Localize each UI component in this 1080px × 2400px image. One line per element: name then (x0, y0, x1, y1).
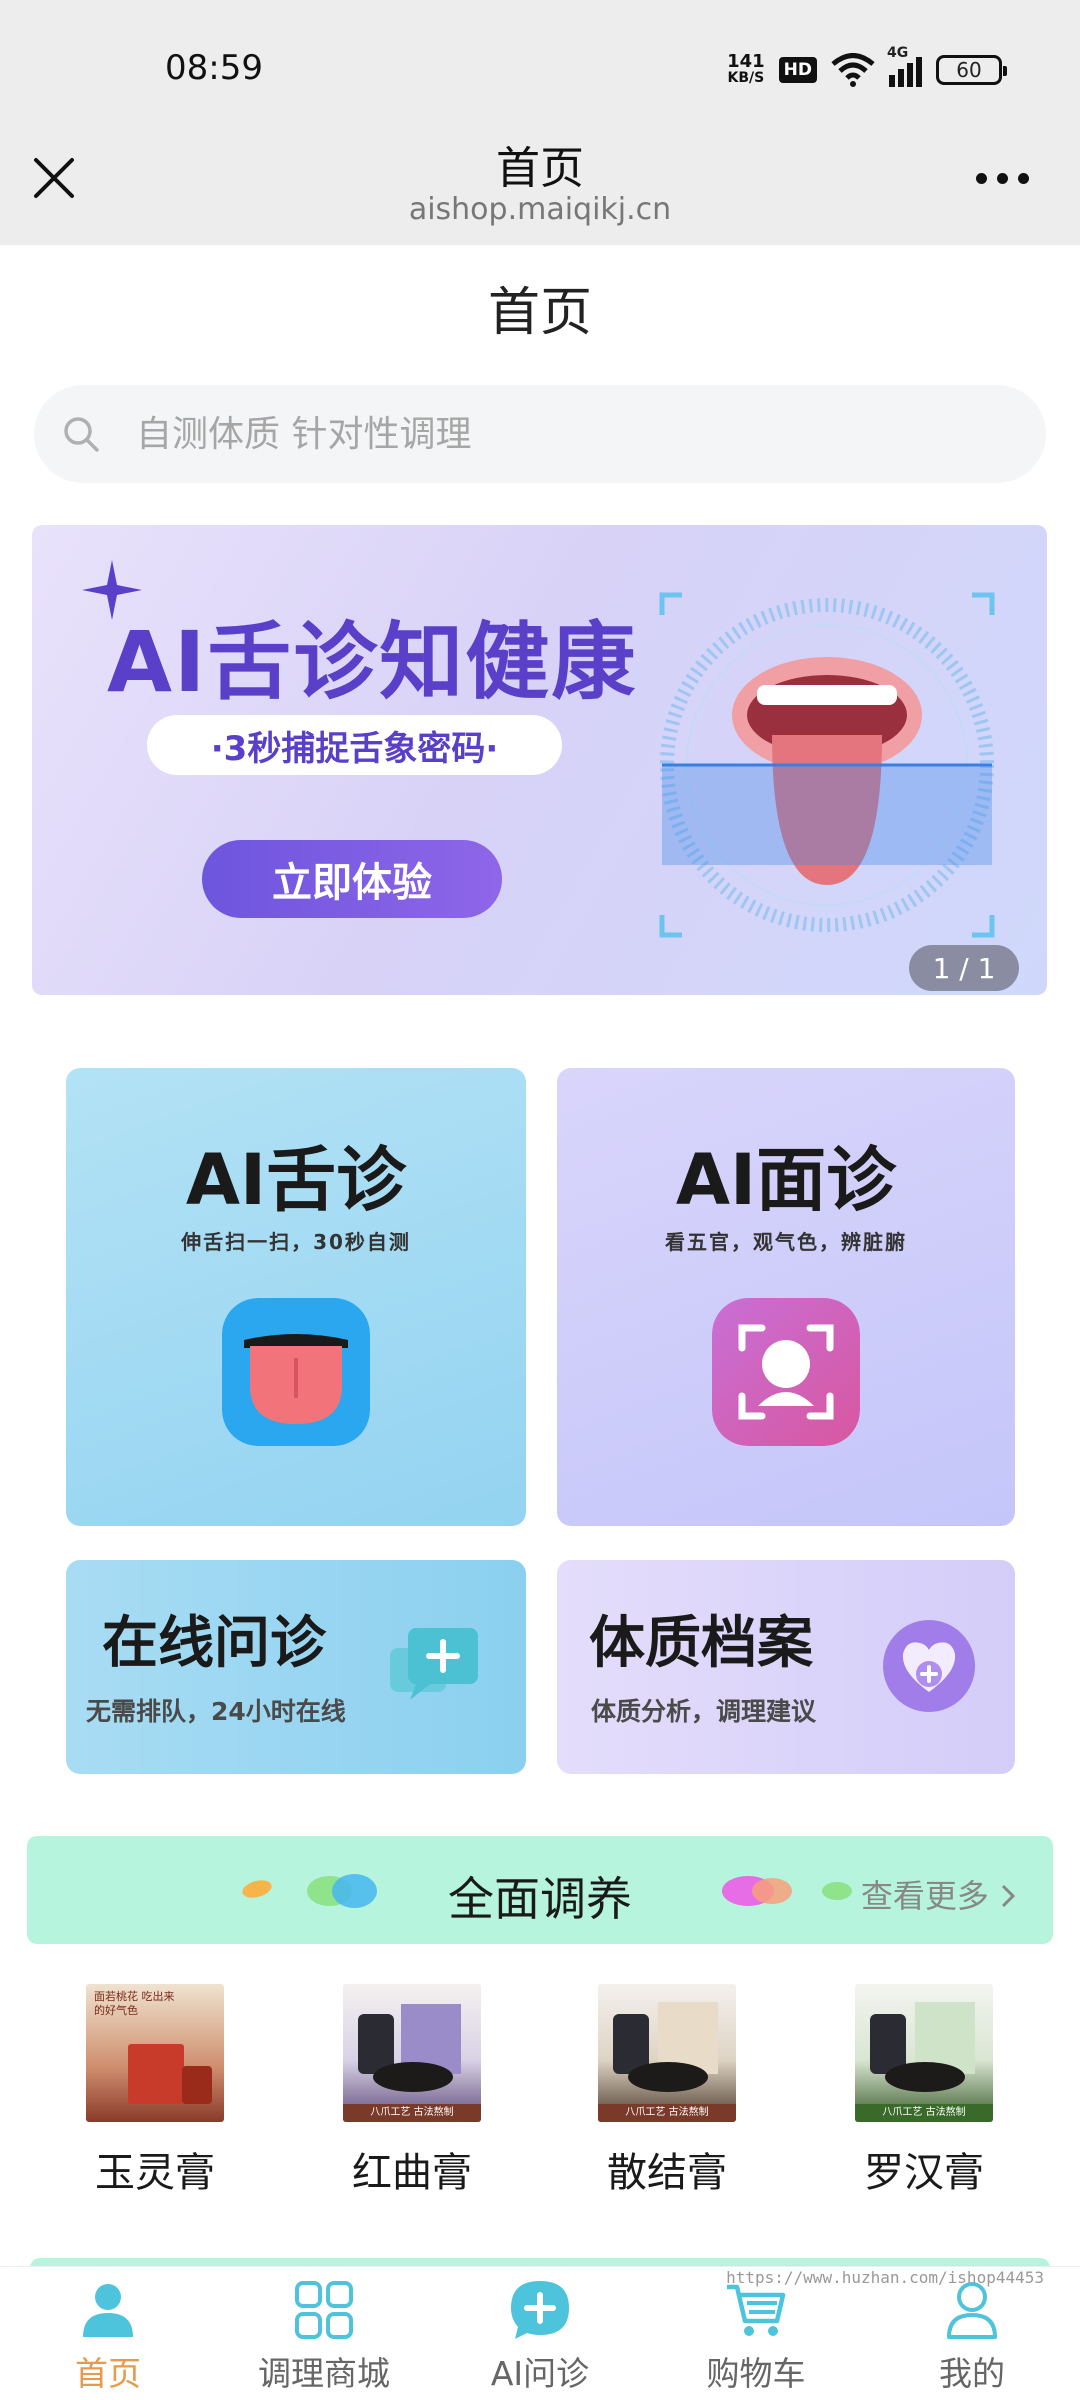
signal-type: 4G (887, 45, 909, 61)
section-header: 全面调养 查看更多 (27, 1836, 1053, 1944)
search-bar[interactable] (34, 385, 1046, 483)
home-person-icon (83, 2284, 133, 2337)
banner-title: AI舌诊知健康 (107, 613, 638, 711)
view-more-link[interactable]: 查看更多 (861, 1871, 1017, 1917)
network-speed-unit: KB/S (727, 70, 765, 86)
status-time: 08:59 (165, 48, 263, 88)
promo-banner[interactable]: AI舌诊知健康 ·3秒捕捉舌象密码· 立即体验 1 / 1 (32, 525, 1047, 995)
tongue-scan-illustration (659, 592, 995, 938)
tab-ai-consult[interactable]: AI问诊 (432, 2267, 648, 2400)
heart-plus-icon (883, 1620, 975, 1712)
watermark: https://www.huzhan.com/ishop44453 (726, 2268, 1044, 2287)
product-image: 八爪工艺 古法熬制 (598, 1984, 736, 2122)
tab-cart-label: 购物车 (706, 2354, 806, 2393)
chevron-right-icon (1001, 1884, 1016, 1908)
browser-domain: aishop.maiqikj.cn (408, 192, 672, 227)
constitution-profile-card[interactable]: 体质档案 体质分析，调理建议 (557, 1560, 1015, 1774)
hd-badge: HD (778, 57, 817, 83)
tab-ai-consult-label: AI问诊 (490, 2354, 590, 2393)
banner-subtitle: ·3秒捕捉舌象密码· (147, 715, 562, 775)
product-image-caption: 八爪工艺 古法熬制 (343, 2104, 481, 2122)
ai-face-card[interactable]: AI面诊 看五官，观气色，辨脏腑 (557, 1068, 1015, 1526)
battery-indicator: 60 (936, 55, 1007, 85)
product-name: 散结膏 (607, 2150, 727, 2196)
ai-tongue-subtitle: 伸舌扫一扫，30秒自测 (181, 1230, 411, 1254)
product-name: 红曲膏 (352, 2150, 472, 2196)
grid-icon (295, 2281, 353, 2339)
product-image: 八爪工艺 古法熬制 (343, 1984, 481, 2122)
face-scan-icon (712, 1298, 860, 1446)
product-name: 罗汉膏 (864, 2150, 984, 2196)
more-icon[interactable] (976, 165, 1042, 191)
product-item[interactable]: 八爪工艺 古法熬制 散结膏 (567, 1984, 767, 2198)
network-speed: 141 KB/S (727, 53, 765, 87)
tongue-icon (222, 1298, 370, 1446)
user-icon (947, 2282, 997, 2339)
status-icons: 141 KB/S HD 4G 60 (727, 45, 1007, 90)
online-consult-subtitle: 无需排队，24小时在线 (86, 1697, 346, 1726)
product-image-caption: 八爪工艺 古法熬制 (855, 2104, 993, 2122)
product-image-caption: 面若桃花 吃出来的好气色 (94, 1990, 175, 2017)
cellular-signal: 4G (887, 45, 922, 87)
page-title: 首页 (487, 283, 592, 343)
network-speed-value: 141 (727, 51, 765, 72)
banner-cta-button[interactable]: 立即体验 (202, 840, 502, 918)
product-image: 八爪工艺 古法熬制 (855, 1984, 993, 2122)
browser-title: 首页 (496, 143, 584, 194)
tab-shop-label: 调理商城 (258, 2354, 390, 2393)
view-more-label: 查看更多 (860, 1877, 989, 1915)
ai-face-subtitle: 看五官，观气色，辨脏腑 (665, 1230, 907, 1254)
chat-plus-icon (511, 2281, 569, 2339)
constitution-profile-title: 体质档案 (589, 1611, 813, 1676)
product-image-caption: 八爪工艺 古法熬制 (598, 2104, 736, 2122)
ai-tongue-title: AI舌诊 (185, 1139, 407, 1221)
search-icon (64, 417, 99, 452)
ai-tongue-card[interactable]: AI舌诊 伸舌扫一扫，30秒自测 (66, 1068, 526, 1526)
online-consult-title: 在线问诊 (102, 1611, 326, 1676)
product-item[interactable]: 面若桃花 吃出来的好气色 玉灵膏 (55, 1984, 255, 2198)
tab-home[interactable]: 首页 (0, 2267, 216, 2400)
product-item[interactable]: 八爪工艺 古法熬制 红曲膏 (312, 1984, 512, 2198)
search-input[interactable] (136, 413, 936, 455)
browser-header: 08:59 141 KB/S HD 4G 60 首页 aishop.maiqik… (0, 0, 1080, 245)
tab-home-label: 首页 (75, 2354, 141, 2393)
ai-face-title: AI面诊 (675, 1139, 897, 1221)
product-item[interactable]: 八爪工艺 古法熬制 罗汉膏 (824, 1984, 1024, 2198)
online-consult-card[interactable]: 在线问诊 无需排队，24小时在线 (66, 1560, 526, 1774)
wifi-icon (831, 53, 875, 87)
cart-icon (727, 2284, 786, 2336)
tab-shop[interactable]: 调理商城 (216, 2267, 432, 2400)
tab-mine-label: 我的 (939, 2354, 1005, 2393)
constitution-profile-subtitle: 体质分析，调理建议 (591, 1697, 817, 1726)
banner-counter: 1 / 1 (909, 945, 1019, 991)
product-name: 玉灵膏 (95, 2150, 215, 2196)
product-image: 面若桃花 吃出来的好气色 (86, 1984, 224, 2122)
chat-plus-icon (390, 1628, 478, 1700)
